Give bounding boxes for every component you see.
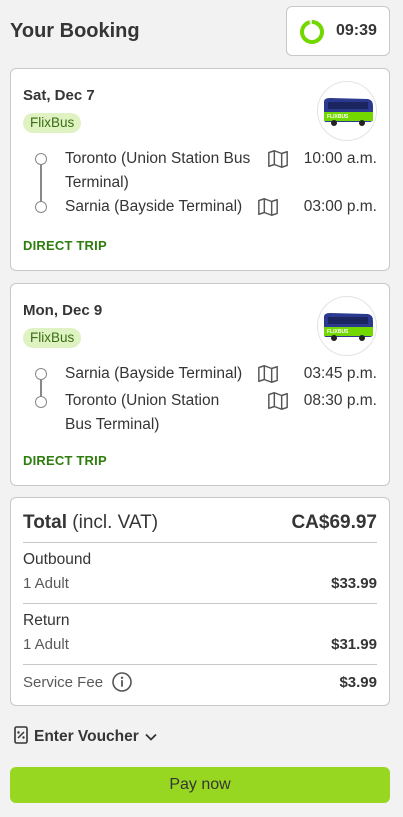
outbound-label: Outbound bbox=[23, 551, 92, 568]
divider bbox=[23, 603, 377, 604]
svg-text:FLIXBUS: FLIXBUS bbox=[327, 329, 349, 335]
total-label: Total (incl. VAT) bbox=[23, 512, 159, 533]
bus-logo-icon: FLIXBUS bbox=[317, 81, 377, 141]
map-icon[interactable] bbox=[257, 363, 279, 390]
return-price: $31.99 bbox=[331, 636, 377, 653]
info-icon[interactable] bbox=[111, 671, 133, 698]
chevron-down-icon bbox=[145, 728, 157, 746]
outbound-price: $33.99 bbox=[331, 575, 377, 592]
arrival-time: 03:00 p.m. bbox=[303, 198, 377, 215]
svg-text:FLIXBUS: FLIXBUS bbox=[327, 114, 349, 120]
return-label: Return bbox=[23, 612, 70, 629]
price-summary: Total (incl. VAT) CA$69.97 Outbound 1 Ad… bbox=[10, 497, 390, 706]
departure-time: 03:45 p.m. bbox=[303, 365, 377, 382]
route-dot-end bbox=[35, 201, 47, 213]
arrival-station: Sarnia (Bayside Terminal) bbox=[65, 198, 243, 215]
map-icon[interactable] bbox=[267, 390, 289, 417]
service-fee-label: Service Fee bbox=[23, 674, 104, 691]
pay-now-button[interactable]: Pay now bbox=[10, 767, 390, 803]
divider bbox=[23, 664, 377, 665]
arrival-time: 08:30 p.m. bbox=[303, 392, 377, 409]
return-passengers: 1 Adult bbox=[23, 636, 69, 653]
timer-ring-icon bbox=[300, 20, 324, 44]
divider bbox=[23, 542, 377, 543]
departure-station: Sarnia (Bayside Terminal) bbox=[65, 365, 243, 382]
map-icon[interactable] bbox=[257, 196, 279, 223]
total-value: CA$69.97 bbox=[291, 512, 377, 533]
arrival-station: Toronto (Union Station Bus Terminal) bbox=[65, 392, 220, 433]
trip-type-label: DIRECT TRIP bbox=[23, 238, 107, 253]
voucher-label: Enter Voucher bbox=[34, 728, 139, 745]
booking-header: Your Booking 09:39 bbox=[0, 0, 403, 64]
trip-card-return: Mon, Dec 9 FlixBus FLIXBUS Sarnia (Baysi… bbox=[10, 283, 390, 486]
trip-date: Sat, Dec 7 bbox=[23, 87, 95, 104]
departure-station: Toronto (Union Station Bus Terminal) bbox=[65, 150, 251, 191]
route-dot-start bbox=[35, 153, 47, 165]
voucher-icon bbox=[14, 725, 28, 749]
trip-card-outbound: Sat, Dec 7 FlixBus FLIXBUS Toronto (Unio… bbox=[10, 68, 390, 271]
route-dot-start bbox=[35, 368, 47, 380]
departure-time: 10:00 a.m. bbox=[303, 150, 377, 167]
carrier-badge: FlixBus bbox=[23, 328, 82, 348]
service-fee-value: $3.99 bbox=[339, 674, 377, 691]
countdown-timer: 09:39 bbox=[286, 6, 390, 56]
route-dot-end bbox=[35, 396, 47, 408]
trip-type-label: DIRECT TRIP bbox=[23, 453, 107, 468]
timer-value: 09:39 bbox=[336, 22, 377, 39]
map-icon[interactable] bbox=[267, 148, 289, 175]
carrier-badge: FlixBus bbox=[23, 113, 82, 133]
trip-date: Mon, Dec 9 bbox=[23, 302, 103, 319]
enter-voucher-toggle[interactable]: Enter Voucher bbox=[14, 725, 157, 749]
outbound-passengers: 1 Adult bbox=[23, 575, 69, 592]
bus-logo-icon: FLIXBUS bbox=[317, 296, 377, 356]
page-title: Your Booking bbox=[10, 20, 140, 42]
